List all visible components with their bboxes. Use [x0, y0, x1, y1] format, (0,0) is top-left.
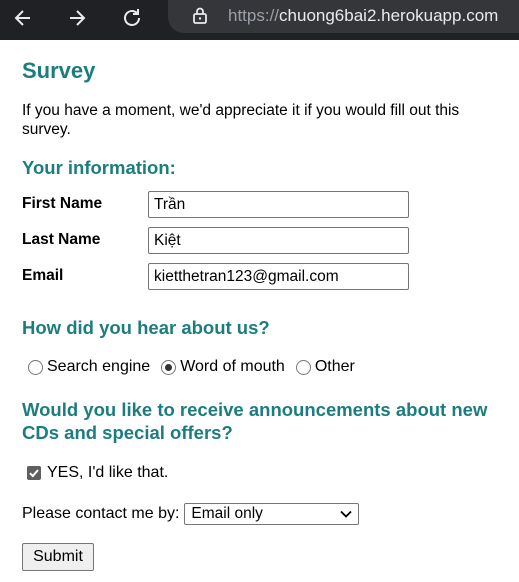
info-heading: Your information:	[22, 157, 176, 178]
back-button[interactable]	[8, 4, 38, 32]
submit-button[interactable]: Submit	[22, 543, 94, 571]
browser-toolbar: https://chuong6bai2.herokuapp.com	[0, 0, 519, 40]
chevron-down-icon	[340, 510, 353, 518]
last-name-input[interactable]	[148, 227, 409, 254]
radio-search-engine[interactable]	[28, 359, 43, 375]
radio-other[interactable]	[295, 359, 311, 375]
checkmark-icon	[29, 469, 39, 478]
email-label: Email	[22, 267, 64, 284]
announce-checkbox-label: YES, I'd like that.	[47, 464, 169, 481]
contact-select[interactable]: Email only	[184, 503, 360, 525]
url-host: chuong6bai2.herokuapp.com	[279, 6, 499, 25]
announce-checkbox[interactable]	[27, 466, 41, 480]
radio-label-search-engine: Search engine	[47, 358, 151, 375]
contact-label: Please contact me by:	[22, 505, 180, 522]
forward-button[interactable]	[62, 4, 92, 32]
reload-button[interactable]	[117, 4, 147, 32]
page-title: Survey	[22, 58, 96, 83]
reload-icon	[124, 9, 140, 26]
announce-option: YES, I'd like that.	[27, 464, 168, 482]
contact-select-value: Email only	[191, 505, 263, 522]
announce-heading: Would you like to receive announcements …	[22, 399, 488, 443]
first-name-label: First Name	[22, 195, 103, 212]
radio-label-word-of-mouth: Word of mouth	[180, 358, 285, 375]
radio-label-other: Other	[314, 358, 355, 375]
hear-options: Search engine Word of mouth Other	[28, 358, 366, 376]
last-name-label: Last Name	[22, 231, 101, 248]
lock-icon	[193, 7, 207, 24]
contact-row: Please contact me by: Email only	[22, 503, 360, 525]
arrow-left-icon	[14, 10, 30, 26]
first-name-input[interactable]	[148, 191, 409, 218]
url-scheme: https://	[228, 6, 280, 25]
hear-heading: How did you hear about us?	[22, 317, 270, 338]
arrow-right-icon	[70, 10, 86, 26]
radio-word-of-mouth[interactable]	[161, 359, 177, 375]
intro-text: If you have a moment, we'd appreciate it…	[22, 102, 460, 138]
email-input[interactable]	[148, 263, 409, 290]
address-url: https://chuong6bai2.herokuapp.com	[228, 6, 498, 26]
